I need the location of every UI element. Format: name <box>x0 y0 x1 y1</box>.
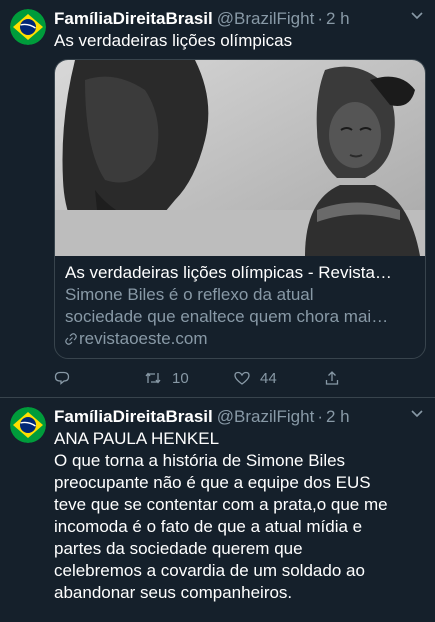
tweet[interactable]: FamíliaDireitaBrasil @BrazilFight · 2 h … <box>0 397 435 622</box>
reply-icon <box>54 370 70 386</box>
tweet-text-line: ANA PAULA HENKEL <box>54 429 220 448</box>
retweet-count: 10 <box>172 369 189 387</box>
timestamp[interactable]: 2 h <box>326 8 350 30</box>
author-handle[interactable]: @BrazilFight <box>217 8 315 30</box>
like-button[interactable]: 44 <box>234 370 324 387</box>
avatar[interactable] <box>10 9 46 45</box>
tweet-text-line: O que torna a história de Simone Biles <box>54 451 346 470</box>
avatar[interactable] <box>10 407 46 443</box>
tweet[interactable]: FamíliaDireitaBrasil @BrazilFight · 2 h … <box>0 0 435 397</box>
card-domain-text: revistaoeste.com <box>79 329 208 348</box>
tweet-text-line: incomoda é o fato de que a atual mídia e <box>54 517 363 536</box>
tweet-text: ANA PAULA HENKEL O que torna a história … <box>54 428 425 604</box>
card-domain[interactable]: revistaoeste.com <box>65 328 415 350</box>
card-description: Simone Biles é o reflexo da atual socied… <box>65 284 415 328</box>
share-button[interactable] <box>324 370 414 386</box>
link-icon <box>65 333 79 345</box>
timestamp[interactable]: 2 h <box>326 406 350 428</box>
tweet-text: As verdadeiras lições olímpicas <box>54 30 425 52</box>
timeline: FamíliaDireitaBrasil @BrazilFight · 2 h … <box>0 0 435 622</box>
tweet-text-line: teve que se contentar com a prata,o que … <box>54 495 388 514</box>
author-handle[interactable]: @BrazilFight <box>217 406 315 428</box>
reply-button[interactable] <box>54 370 144 386</box>
tweet-text-line: preocupante não é que a equipe dos EUS <box>54 473 371 492</box>
like-count: 44 <box>260 369 277 387</box>
more-icon[interactable] <box>407 404 427 422</box>
tweet-text-line: celebremos a covardia de um soldado ao <box>54 561 365 580</box>
more-icon[interactable] <box>407 6 427 24</box>
like-icon <box>234 370 250 386</box>
retweet-button[interactable]: 10 <box>144 370 234 387</box>
tweet-actions-partial <box>54 606 425 622</box>
card-title[interactable]: As verdadeiras lições olímpicas - Revist… <box>65 262 415 284</box>
link-card[interactable]: As verdadeiras lições olímpicas - Revist… <box>54 59 426 359</box>
author-name[interactable]: FamíliaDireitaBrasil <box>54 406 213 428</box>
tweet-actions: 10 44 <box>54 359 425 397</box>
retweet-icon <box>144 370 162 386</box>
card-image <box>55 60 425 256</box>
card-description-line: sociedade que enaltece quem chora mai… <box>65 307 389 326</box>
separator-dot: · <box>317 9 323 28</box>
tweet-text-line: partes da sociedade querem que <box>54 539 303 558</box>
tweet-text-line: As verdadeiras lições olímpicas <box>54 31 293 50</box>
tweet-text-line: abandonar seus companheiros. <box>54 583 293 602</box>
separator-dot: · <box>317 407 323 426</box>
card-description-line: Simone Biles é o reflexo da atual <box>65 285 314 304</box>
author-name[interactable]: FamíliaDireitaBrasil <box>54 8 213 30</box>
share-icon <box>324 370 340 386</box>
